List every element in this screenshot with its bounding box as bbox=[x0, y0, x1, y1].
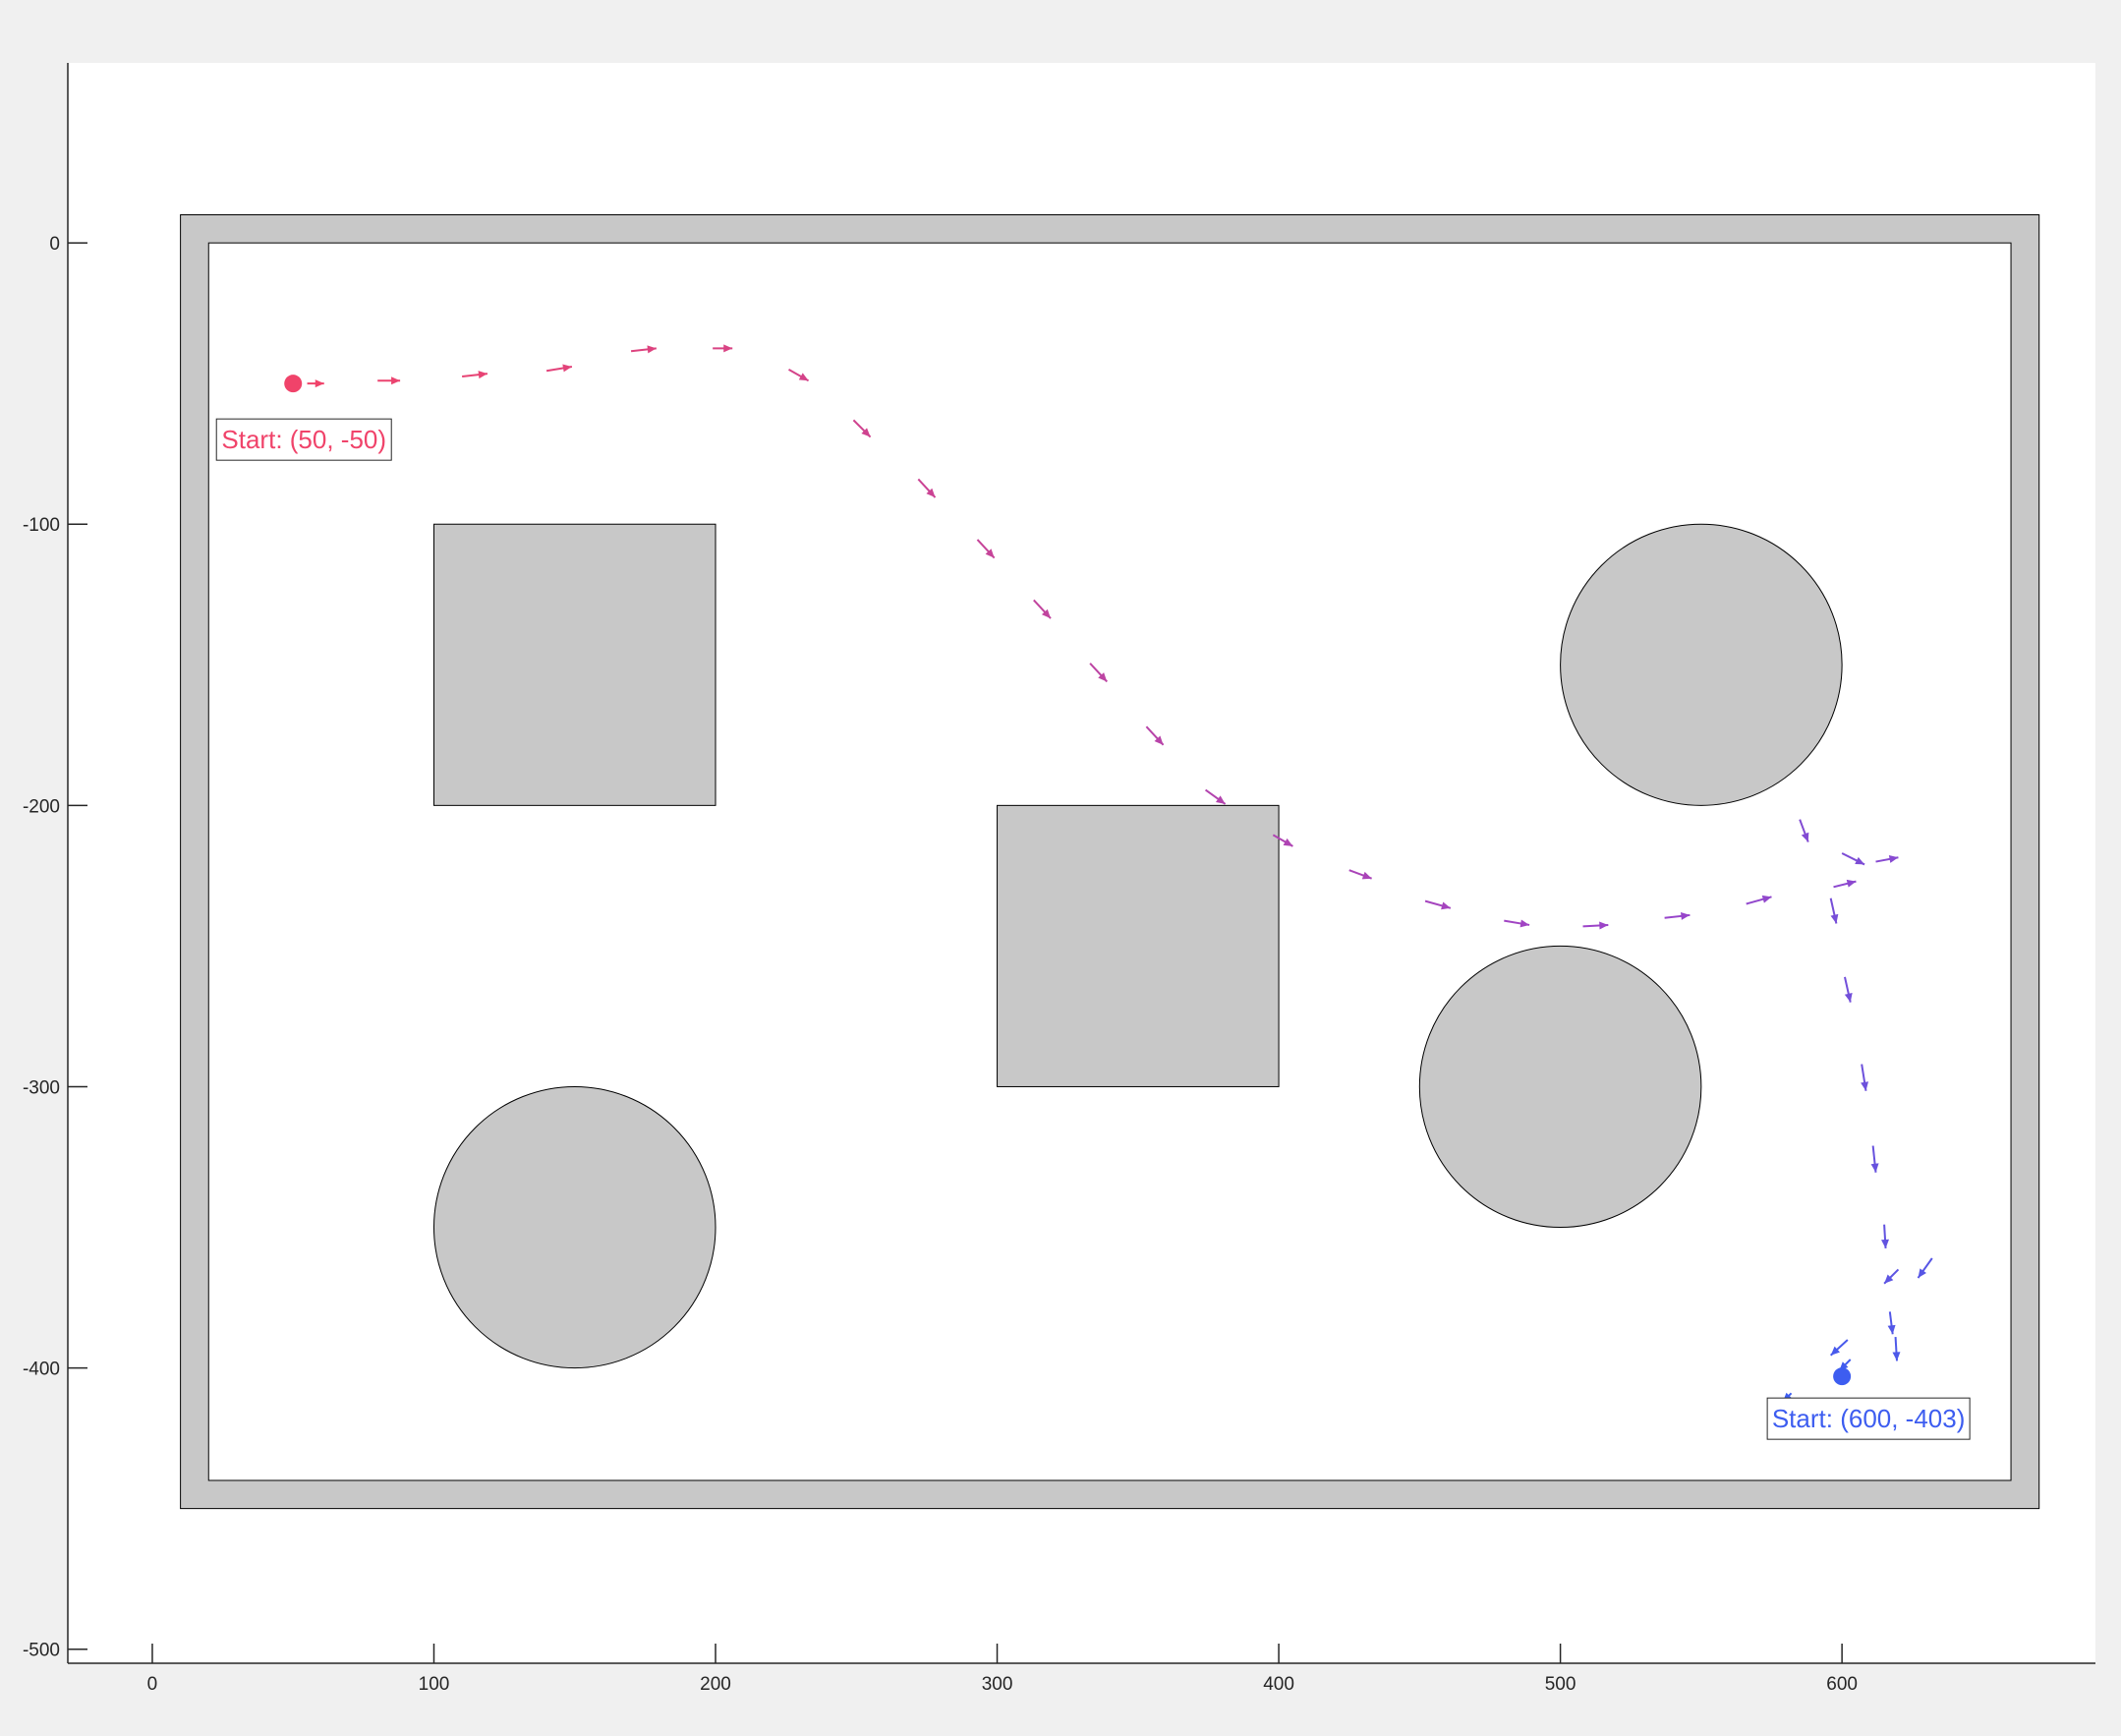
x-tick-label: 400 bbox=[1263, 1674, 1294, 1695]
y-tick-label: -200 bbox=[23, 796, 60, 817]
y-tick-label: -100 bbox=[23, 515, 60, 536]
x-tick-label: 0 bbox=[147, 1674, 158, 1695]
obstacle-circle bbox=[1560, 523, 1843, 806]
x-tick-label: 500 bbox=[1545, 1674, 1576, 1695]
start-dot bbox=[284, 375, 303, 393]
y-tick-label: 0 bbox=[49, 234, 60, 255]
y-tick-label: -400 bbox=[23, 1360, 60, 1380]
x-tick-label: 200 bbox=[700, 1674, 731, 1695]
obstacle-rect bbox=[432, 523, 717, 806]
start-label: Start: (600, -403) bbox=[1772, 1404, 1966, 1433]
start-label: Start: (50, -50) bbox=[221, 425, 386, 454]
y-tick-label: -300 bbox=[23, 1077, 60, 1098]
x-tick-label: 100 bbox=[419, 1674, 450, 1695]
map-plot: Start: (50, -50) Start: (600, -403) 0 100 2… bbox=[23, 63, 2095, 1695]
obstacle-rect bbox=[997, 804, 1280, 1087]
obstacle-circle bbox=[1418, 945, 1702, 1229]
obstacle-circle bbox=[432, 1085, 717, 1369]
x-tick-label: 300 bbox=[982, 1674, 1013, 1695]
x-tick-label: 600 bbox=[1826, 1674, 1858, 1695]
start-dot bbox=[1833, 1367, 1852, 1386]
y-tick-label: -500 bbox=[23, 1641, 60, 1661]
